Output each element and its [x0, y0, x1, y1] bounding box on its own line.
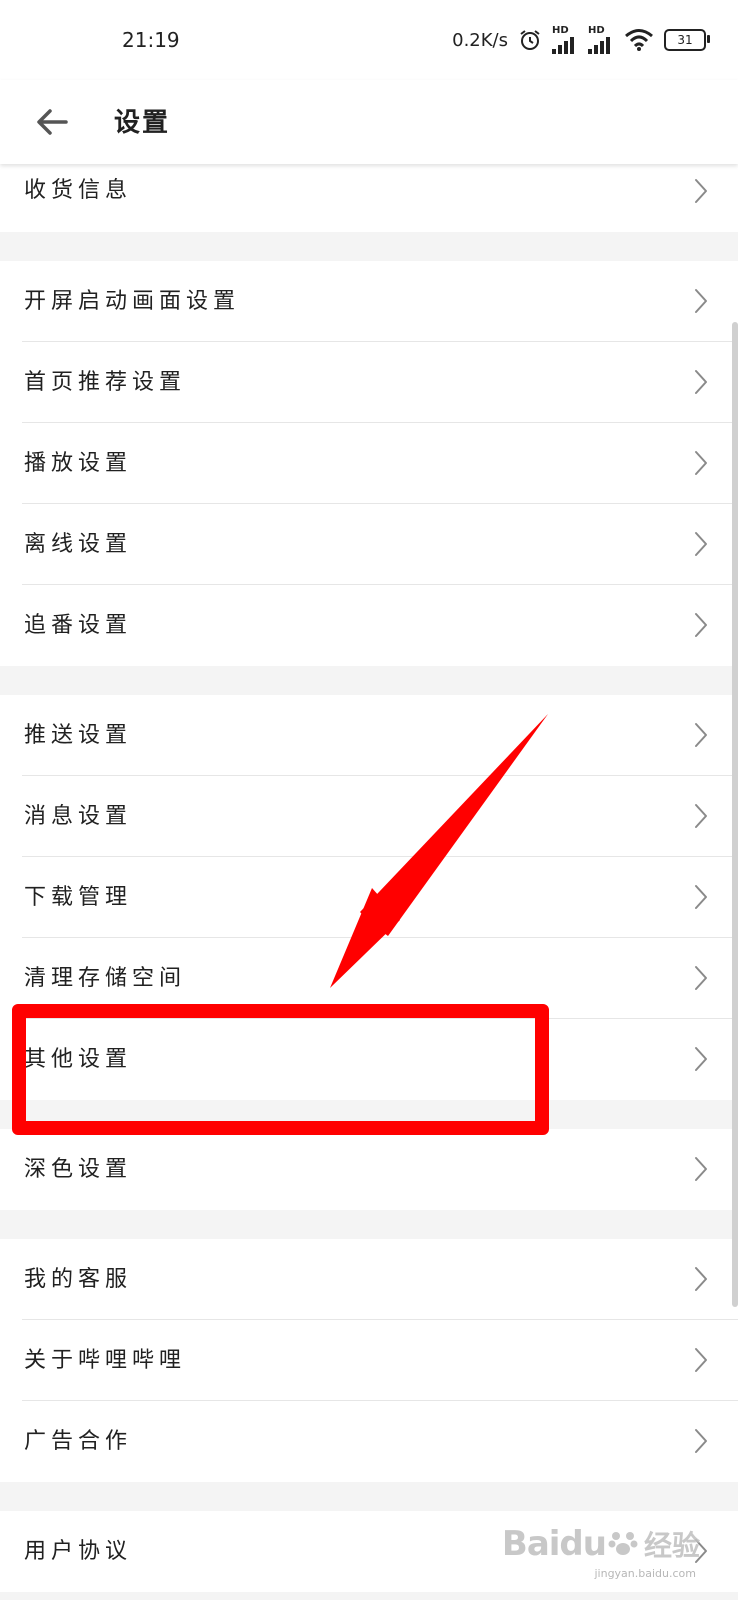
- watermark-url: jingyan.baidu.com: [594, 1567, 696, 1580]
- scrollbar[interactable]: [732, 322, 738, 1307]
- settings-group: 我的客服关于哔哩哔哩 广告合作: [0, 1239, 738, 1482]
- watermark: Baidu 经验 jingyan.baidu.com: [501, 1524, 700, 1580]
- settings-row-label: 播放设置: [24, 451, 133, 476]
- settings-row-label: 用户协议: [24, 1539, 133, 1564]
- battery-icon: 31: [664, 29, 710, 51]
- settings-row-label: 离线设置: [24, 532, 133, 557]
- settings-row[interactable]: 关于哔哩哔哩: [0, 1320, 738, 1401]
- settings-group: 深色设置: [0, 1129, 738, 1210]
- settings-row-label: 关于哔哩哔哩: [24, 1348, 187, 1373]
- settings-row-label: 我的客服: [24, 1267, 133, 1292]
- settings-row[interactable]: 广告合作: [0, 1401, 738, 1482]
- chevron-right-icon: [695, 613, 707, 637]
- chevron-right-icon: [695, 1348, 707, 1372]
- section-gap: [0, 1210, 738, 1239]
- settings-row[interactable]: 消息设置: [0, 776, 738, 857]
- hd-label: HD: [588, 25, 605, 36]
- settings-row-label: 追番设置: [24, 613, 133, 638]
- watermark-brand: Baidu: [501, 1524, 607, 1564]
- hd-label: HD: [552, 25, 569, 36]
- chevron-right-icon: [695, 1157, 707, 1181]
- settings-row-label: 深色设置: [24, 1157, 133, 1182]
- chevron-right-icon: [695, 1267, 707, 1291]
- battery-level: 31: [677, 33, 693, 47]
- wifi-icon: [625, 29, 653, 51]
- settings-row[interactable]: 追番设置: [0, 585, 738, 666]
- signal-icon: [588, 37, 610, 54]
- settings-row[interactable]: 离线设置: [0, 504, 738, 585]
- status-time: 21:19: [122, 28, 180, 52]
- section-gap: [0, 666, 738, 695]
- settings-row[interactable]: 播放设置: [0, 423, 738, 504]
- settings-list: 收货信息开屏启动画面设置 首页推荐设置 播放设置离线设置追番设置推送设置消息设置下载…: [0, 164, 738, 1592]
- section-gap: [0, 232, 738, 261]
- settings-row-label: 广告合作: [24, 1429, 133, 1454]
- settings-group: 收货信息: [0, 164, 738, 232]
- chevron-right-icon: [695, 1429, 707, 1453]
- chevron-right-icon: [695, 289, 707, 313]
- network-speed: 0.2K/s: [452, 29, 508, 51]
- chevron-right-icon: [695, 370, 707, 394]
- highlight-box-annotation: [12, 1004, 549, 1135]
- section-gap: [0, 1482, 738, 1511]
- paw-icon: [608, 1532, 638, 1555]
- settings-row[interactable]: 下载管理: [0, 857, 738, 938]
- alarm-icon: [520, 30, 540, 50]
- settings-row-label: 开屏启动画面设置: [24, 289, 241, 314]
- chevron-right-icon: [695, 451, 707, 475]
- signal-sim2: HD: [588, 26, 614, 54]
- settings-row-label: 推送设置: [24, 723, 133, 748]
- back-arrow-icon[interactable]: [30, 100, 74, 144]
- settings-row-label: 收货信息: [24, 178, 133, 203]
- watermark-text: 经验: [643, 1529, 700, 1562]
- status-icons: 0.2K/s HD HD 31: [452, 26, 710, 54]
- chevron-right-icon: [695, 804, 707, 828]
- chevron-right-icon: [695, 723, 707, 747]
- status-bar: 21:19 0.2K/s HD HD 31: [0, 0, 738, 80]
- chevron-right-icon: [695, 885, 707, 909]
- chevron-right-icon: [695, 532, 707, 556]
- settings-row-label: 下载管理: [24, 885, 133, 910]
- app-bar: 设置: [0, 80, 738, 164]
- settings-row[interactable]: 推送设置: [0, 695, 738, 776]
- signal-icon: [552, 37, 574, 54]
- settings-row[interactable]: 深色设置: [0, 1129, 738, 1210]
- chevron-right-icon: [695, 1047, 707, 1071]
- chevron-right-icon: [695, 966, 707, 990]
- settings-group: 开屏启动画面设置 首页推荐设置 播放设置离线设置追番设置: [0, 261, 738, 666]
- settings-row-label: 首页推荐设置: [24, 370, 187, 395]
- chevron-right-icon: [695, 179, 707, 203]
- settings-row[interactable]: 收货信息: [0, 164, 738, 232]
- settings-row[interactable]: 首页推荐设置: [0, 342, 738, 423]
- settings-row-label: 消息设置: [24, 804, 133, 829]
- settings-row[interactable]: 开屏启动画面设置: [0, 261, 738, 342]
- settings-row[interactable]: 我的客服: [0, 1239, 738, 1320]
- page-title: 设置: [114, 108, 171, 138]
- signal-sim1: HD: [552, 26, 578, 54]
